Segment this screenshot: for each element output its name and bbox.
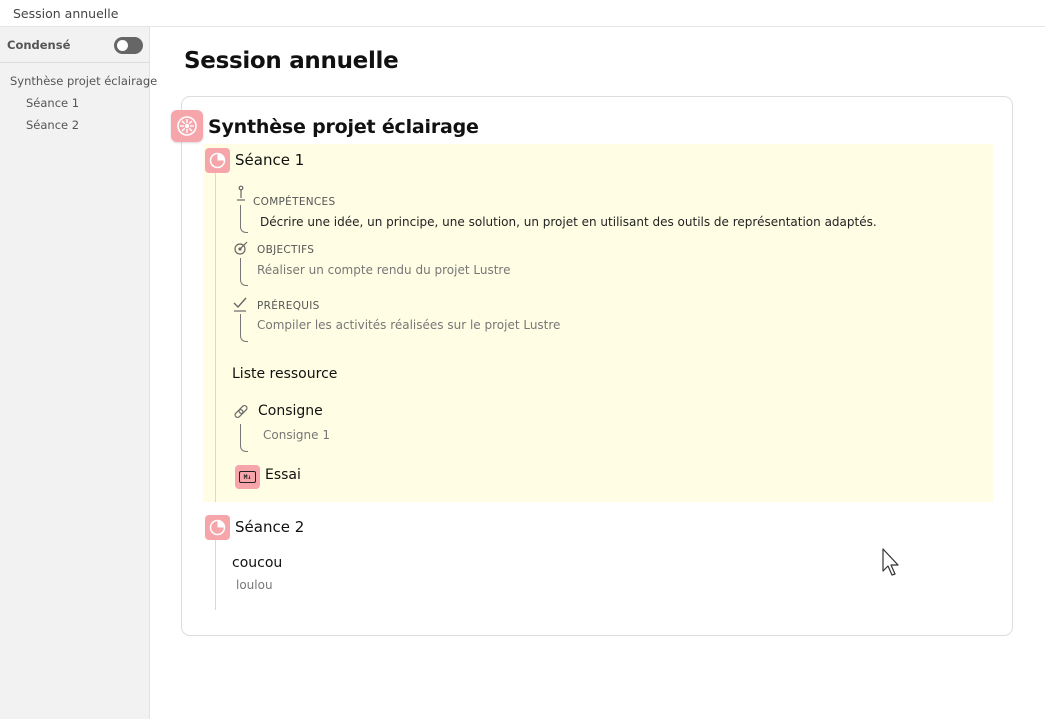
seance-icon: [205, 148, 230, 173]
sidebar-header: Condensé: [0, 27, 149, 63]
markdown-icon: M↓: [235, 465, 260, 489]
competences-text: Décrire une idée, un principe, une solut…: [260, 215, 877, 229]
condense-label: Condensé: [7, 38, 71, 52]
sidebar-item-seance-1[interactable]: Séance 1: [26, 96, 79, 110]
consigne-sub: Consigne 1: [263, 428, 330, 442]
project-title[interactable]: Synthèse projet éclairage: [208, 116, 479, 138]
sidebar-item-seance-2[interactable]: Séance 2: [26, 118, 79, 132]
seance-icon: [205, 515, 230, 540]
timer-icon: [209, 519, 226, 536]
chess-pawn-icon: [237, 185, 245, 201]
section-bracket: [240, 205, 248, 233]
window-title: Session annuelle: [13, 6, 119, 21]
link-icon: [234, 404, 248, 419]
prerequis-label: PRÉREQUIS: [257, 300, 320, 312]
resources-title: Liste ressource: [232, 366, 338, 382]
seance-2-title[interactable]: Séance 2: [235, 518, 304, 536]
target-icon: [234, 241, 248, 255]
sun-icon: [177, 116, 197, 136]
essai-title[interactable]: Essai: [265, 467, 301, 483]
section-bracket: [240, 424, 248, 452]
seance-1-title[interactable]: Séance 1: [235, 151, 304, 169]
section-bracket: [240, 314, 248, 342]
section-bracket: [240, 258, 248, 286]
objectifs-label: OBJECTIFS: [257, 244, 315, 256]
page-title: Session annuelle: [184, 48, 399, 74]
timeline-line: [215, 540, 216, 610]
seance-2-item-sub: loulou: [236, 578, 273, 592]
timeline-line: [215, 172, 216, 502]
timer-icon: [209, 152, 226, 169]
project-icon: [171, 110, 203, 142]
objectifs-text: Réaliser un compte rendu du projet Lustr…: [257, 263, 511, 277]
mouse-cursor-icon: [882, 548, 899, 576]
toggle-knob: [117, 40, 128, 51]
seance-2-item-title[interactable]: coucou: [232, 555, 282, 571]
sidebar-item-project[interactable]: Synthèse projet éclairage: [10, 74, 157, 88]
competences-label: COMPÉTENCES: [253, 196, 336, 208]
prerequis-text: Compiler les activités réalisées sur le …: [257, 318, 561, 332]
checkmark-icon: [233, 297, 247, 312]
sidebar: Condensé Synthèse projet éclairage Séanc…: [0, 27, 157, 719]
markdown-icon-glyph: M↓: [239, 471, 256, 483]
condense-toggle[interactable]: [114, 37, 143, 54]
consigne-title[interactable]: Consigne: [258, 403, 323, 419]
window-titlebar: Session annuelle: [0, 0, 1045, 27]
